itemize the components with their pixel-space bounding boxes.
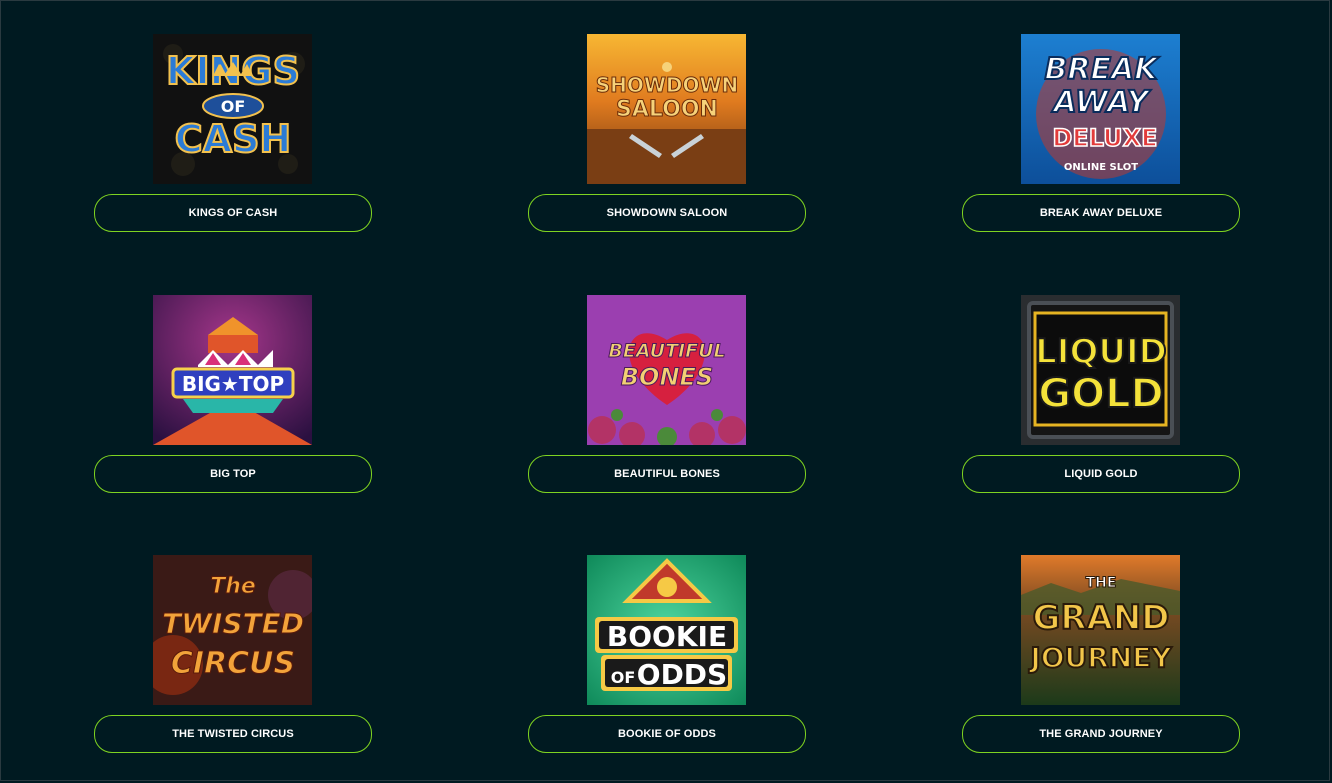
liquid-gold-artwork: LIQUID GOLD <box>1021 295 1180 445</box>
logo-line: CASH <box>175 117 291 161</box>
game-button-liquid-gold[interactable]: LIQUID GOLD <box>962 455 1240 493</box>
game-button-beautiful-bones[interactable]: BEAUTIFUL BONES <box>528 455 806 493</box>
beautiful-bones-artwork: BEAUTIFUL BONES <box>587 295 746 445</box>
logo-line: BOOKIE <box>607 620 727 653</box>
game-thumbnail-big-top[interactable]: BIG★TOP <box>153 295 312 445</box>
game-button-bookie-of-odds[interactable]: BOOKIE OF ODDS <box>528 715 806 753</box>
logo-line: BIG★TOP <box>182 372 284 396</box>
game-thumbnail-the-grand-journey[interactable]: THE GRAND JOURNEY <box>1021 555 1180 705</box>
logo-line: SHOWDOWN <box>596 73 739 97</box>
logo-line: BREAK <box>1045 52 1161 87</box>
logo-line: GOLD <box>1038 371 1164 417</box>
logo-line: CIRCUS <box>171 646 295 681</box>
the-twisted-circus-artwork: The TWISTED CIRCUS <box>153 555 312 705</box>
page-frame: KINGS OF CASH KINGS OF CASH SHOWDOWN SAL… <box>0 0 1330 781</box>
logo-line: The <box>210 574 256 599</box>
game-button-the-grand-journey[interactable]: THE GRAND JOURNEY <box>962 715 1240 753</box>
break-away-deluxe-artwork: BREAK AWAY DELUXE ONLINE SLOT <box>1021 34 1180 184</box>
kings-of-cash-artwork: KINGS OF CASH <box>153 34 312 184</box>
logo-line: AWAY <box>1051 85 1151 120</box>
game-button-break-away-deluxe[interactable]: BREAK AWAY DELUXE <box>962 194 1240 232</box>
logo-line: OF <box>611 668 636 687</box>
big-top-artwork: BIG★TOP <box>153 295 312 445</box>
game-thumbnail-kings-of-cash[interactable]: KINGS OF CASH <box>153 34 312 184</box>
logo-line: THE <box>1086 575 1117 591</box>
logo-line: TWISTED <box>162 607 304 640</box>
logo-line: ONLINE SLOT <box>1064 162 1138 173</box>
bookie-of-odds-artwork: BOOKIE OF ODDS <box>587 555 746 705</box>
logo-line: LIQUID <box>1035 332 1167 372</box>
game-thumbnail-beautiful-bones[interactable]: BEAUTIFUL BONES <box>587 295 746 445</box>
logo-line: BEAUTIFUL <box>608 340 725 362</box>
logo-line: ODDS <box>637 658 727 691</box>
logo-line: DELUXE <box>1052 124 1157 152</box>
logo-line: GRAND <box>1032 598 1169 638</box>
logo-line: BONES <box>621 363 713 391</box>
game-button-kings-of-cash[interactable]: KINGS OF CASH <box>94 194 372 232</box>
logo-line: SALOON <box>616 97 718 122</box>
showdown-saloon-artwork: SHOWDOWN SALOON <box>587 34 746 184</box>
logo-line: JOURNEY <box>1028 641 1172 674</box>
game-button-the-twisted-circus[interactable]: THE TWISTED CIRCUS <box>94 715 372 753</box>
game-thumbnail-showdown-saloon[interactable]: SHOWDOWN SALOON <box>587 34 746 184</box>
game-button-showdown-saloon[interactable]: SHOWDOWN SALOON <box>528 194 806 232</box>
game-thumbnail-break-away-deluxe[interactable]: BREAK AWAY DELUXE ONLINE SLOT <box>1021 34 1180 184</box>
logo-line: OF <box>221 97 246 116</box>
game-thumbnail-liquid-gold[interactable]: LIQUID GOLD <box>1021 295 1180 445</box>
game-thumbnail-bookie-of-odds[interactable]: BOOKIE OF ODDS <box>587 555 746 705</box>
game-thumbnail-the-twisted-circus[interactable]: The TWISTED CIRCUS <box>153 555 312 705</box>
the-grand-journey-artwork: THE GRAND JOURNEY <box>1021 555 1180 705</box>
game-button-big-top[interactable]: BIG TOP <box>94 455 372 493</box>
